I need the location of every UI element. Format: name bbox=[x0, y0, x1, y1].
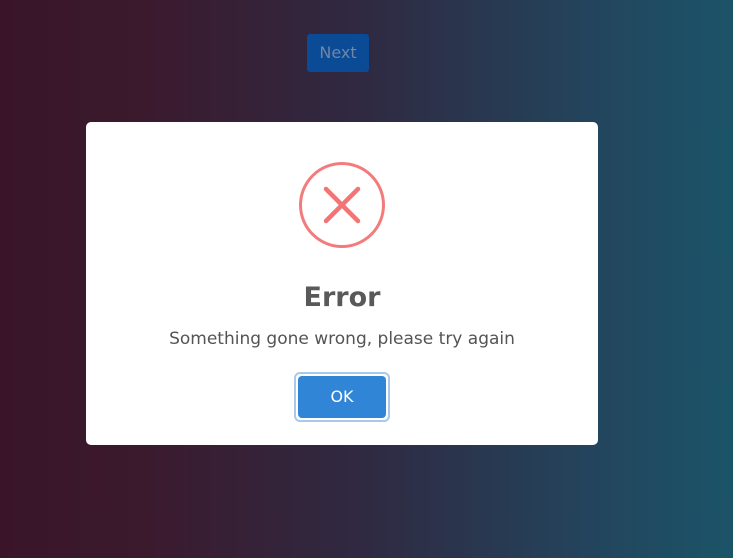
ok-button-focus-ring: OK bbox=[294, 372, 390, 422]
next-button[interactable]: Next bbox=[307, 34, 369, 72]
dialog-message: Something gone wrong, please try again bbox=[169, 329, 515, 349]
error-x-circle-icon bbox=[299, 162, 385, 248]
ok-button[interactable]: OK bbox=[298, 376, 386, 418]
page-background: Next Error Something gone wrong, please … bbox=[0, 0, 733, 558]
error-dialog: Error Something gone wrong, please try a… bbox=[86, 122, 598, 445]
dialog-title: Error bbox=[303, 282, 381, 313]
